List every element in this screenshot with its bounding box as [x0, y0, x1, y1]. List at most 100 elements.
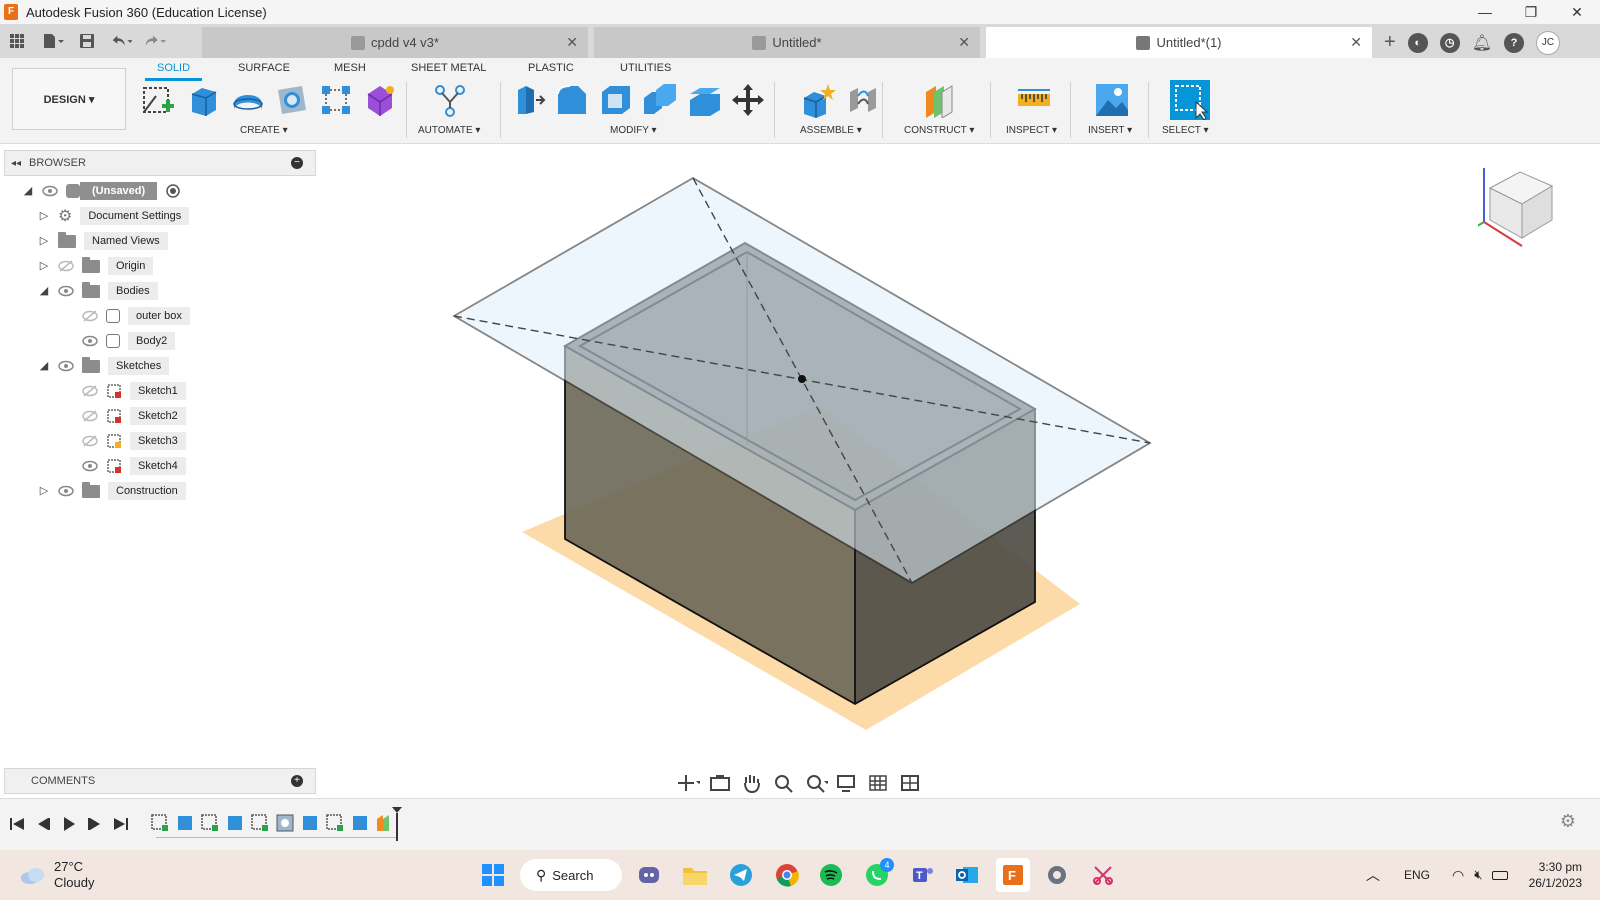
inspect-menu[interactable]: INSPECT ▾: [1006, 125, 1057, 136]
add-comment-icon[interactable]: +: [291, 775, 303, 787]
grid-settings-icon[interactable]: [868, 773, 892, 793]
file-explorer-app-icon[interactable]: [678, 858, 712, 892]
press-pull-icon[interactable]: [510, 82, 546, 118]
tree-item-outer-box[interactable]: outer box: [82, 305, 190, 327]
tab-utilities[interactable]: UTILITIES: [620, 62, 671, 74]
step-back-icon[interactable]: [34, 815, 52, 833]
timeline-sketch-icon[interactable]: [325, 813, 345, 833]
construct-menu[interactable]: CONSTRUCT ▾: [904, 125, 974, 136]
pan-icon[interactable]: [740, 773, 764, 793]
expand-triangle-icon[interactable]: ▷: [38, 260, 50, 272]
start-button[interactable]: [476, 858, 510, 892]
display-settings-icon[interactable]: [836, 773, 860, 793]
visibility-eye-icon[interactable]: [82, 335, 98, 347]
visibility-eye-icon[interactable]: [58, 485, 74, 497]
tab-close-icon[interactable]: ✕: [1350, 34, 1362, 51]
outlook-app-icon[interactable]: [950, 858, 984, 892]
input-language[interactable]: ENG: [1404, 868, 1430, 882]
hidden-eye-icon[interactable]: [58, 260, 74, 272]
fusion-taskbar-icon[interactable]: F: [996, 858, 1030, 892]
view-cube[interactable]: [1478, 162, 1558, 252]
tab-sheet-metal[interactable]: SHEET METAL: [411, 62, 486, 74]
speaker-muted-icon[interactable]: 🔇︎: [1474, 867, 1482, 883]
tab-solid[interactable]: SOLID: [144, 62, 203, 81]
move-copy-icon[interactable]: [730, 82, 766, 118]
create-sketch-icon[interactable]: [140, 82, 176, 118]
hidden-eye-icon[interactable]: [82, 435, 98, 447]
settings-app-icon[interactable]: [1040, 858, 1074, 892]
tab-cpdd-v4-v3[interactable]: cpdd v4 v3* ✕: [202, 27, 588, 58]
tab-surface[interactable]: SURFACE: [238, 62, 290, 74]
tree-item-construction[interactable]: ▷ Construction: [38, 480, 186, 502]
tree-item-named-views[interactable]: ▷ Named Views: [38, 230, 168, 252]
look-at-icon[interactable]: [708, 773, 732, 793]
snipping-tool-app-icon[interactable]: [1086, 858, 1120, 892]
collapse-browser-icon[interactable]: ◂◂: [11, 158, 21, 169]
notifications-icon[interactable]: 🔔︎: [1472, 33, 1492, 53]
restore-button[interactable]: ❐: [1508, 0, 1554, 24]
browser-options-icon[interactable]: −: [291, 157, 303, 169]
timeline-settings-icon[interactable]: ⚙: [1560, 811, 1576, 832]
chrome-app-icon[interactable]: [770, 858, 804, 892]
timeline-extrude-icon[interactable]: [225, 813, 245, 833]
comments-panel-header[interactable]: COMMENTS +: [4, 768, 316, 794]
expand-triangle-icon[interactable]: ▷: [38, 235, 50, 247]
battery-icon[interactable]: [1492, 870, 1509, 880]
select-menu[interactable]: SELECT ▾: [1162, 125, 1209, 136]
select-icon[interactable]: [1170, 80, 1210, 120]
hidden-eye-icon[interactable]: [82, 410, 98, 422]
weather-widget[interactable]: 27°C Cloudy: [20, 859, 94, 891]
modify-menu[interactable]: MODIFY ▾: [610, 125, 657, 136]
tree-root-unsaved[interactable]: ◢ (Unsaved): [22, 180, 181, 202]
hidden-eye-icon[interactable]: [82, 310, 98, 322]
job-status-icon[interactable]: ◷: [1439, 32, 1460, 53]
timeline-sketch-icon[interactable]: [150, 813, 170, 833]
extensions-icon[interactable]: ◐: [1407, 32, 1428, 53]
new-tab-icon[interactable]: +: [1384, 31, 1396, 54]
file-menu-icon[interactable]: [42, 30, 64, 52]
tab-mesh[interactable]: MESH: [334, 62, 366, 74]
tree-item-body2[interactable]: Body2: [82, 330, 176, 352]
expand-triangle-icon[interactable]: ▷: [38, 485, 50, 497]
visibility-eye-icon[interactable]: [82, 460, 98, 472]
play-icon[interactable]: [60, 815, 78, 833]
apps-grid-icon[interactable]: [6, 30, 28, 52]
tree-item-sketch4[interactable]: Sketch4: [82, 455, 186, 477]
tab-close-icon[interactable]: ✕: [958, 34, 970, 51]
collapse-triangle-icon[interactable]: ◢: [22, 185, 34, 197]
timeline-shell-icon[interactable]: [275, 813, 295, 833]
undo-icon[interactable]: [110, 30, 132, 52]
tree-item-origin[interactable]: ▷ Origin: [38, 255, 154, 277]
pattern-icon[interactable]: [318, 82, 354, 118]
new-component-icon[interactable]: [800, 82, 836, 118]
show-hidden-icons-chevron-icon[interactable]: ︿: [1366, 865, 1380, 885]
telegram-app-icon[interactable]: [724, 858, 758, 892]
create-menu[interactable]: CREATE ▾: [240, 125, 288, 136]
timeline-marker-icon[interactable]: [392, 807, 402, 841]
whatsapp-app-icon[interactable]: 4: [860, 858, 894, 892]
minimize-button[interactable]: —: [1462, 0, 1508, 24]
zoom-icon[interactable]: [772, 773, 796, 793]
automate-menu[interactable]: AUTOMATE ▾: [418, 125, 480, 136]
extrude-icon[interactable]: [186, 82, 222, 118]
insert-menu[interactable]: INSERT ▾: [1088, 125, 1132, 136]
tree-item-document-settings[interactable]: ▷ ⚙ Document Settings: [38, 205, 190, 227]
hidden-eye-icon[interactable]: [82, 385, 98, 397]
visibility-eye-icon[interactable]: [58, 360, 74, 372]
collapse-triangle-icon[interactable]: ◢: [38, 360, 50, 372]
offset-face-icon[interactable]: [686, 82, 722, 118]
measure-icon[interactable]: [1016, 82, 1052, 118]
form-icon[interactable]: [362, 82, 398, 118]
tree-item-sketch3[interactable]: Sketch3: [82, 430, 186, 452]
timeline-sketch-icon[interactable]: [250, 813, 270, 833]
user-avatar[interactable]: JC: [1536, 30, 1560, 55]
timeline-extrude-icon[interactable]: [300, 813, 320, 833]
viewports-icon[interactable]: [900, 773, 924, 793]
save-icon[interactable]: [76, 30, 98, 52]
visibility-eye-icon[interactable]: [42, 185, 58, 197]
fillet-icon[interactable]: [554, 82, 590, 118]
go-to-end-icon[interactable]: [112, 815, 130, 833]
help-icon[interactable]: ?: [1504, 32, 1524, 53]
go-to-start-icon[interactable]: [8, 815, 26, 833]
wifi-icon[interactable]: ◠: [1452, 867, 1464, 884]
